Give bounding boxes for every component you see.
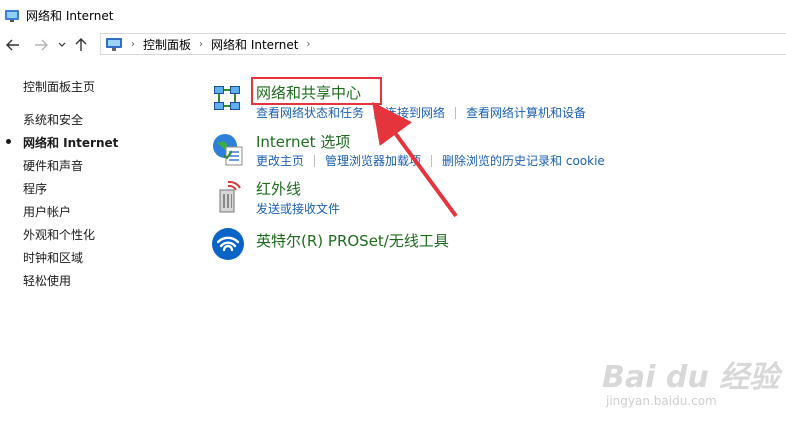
watermark-logo: Bai du 经验	[602, 360, 780, 395]
watermark: Bai du 经验 jingyan.baidu.com	[602, 352, 779, 412]
watermark-url: jingyan.baidu.com	[606, 394, 717, 408]
